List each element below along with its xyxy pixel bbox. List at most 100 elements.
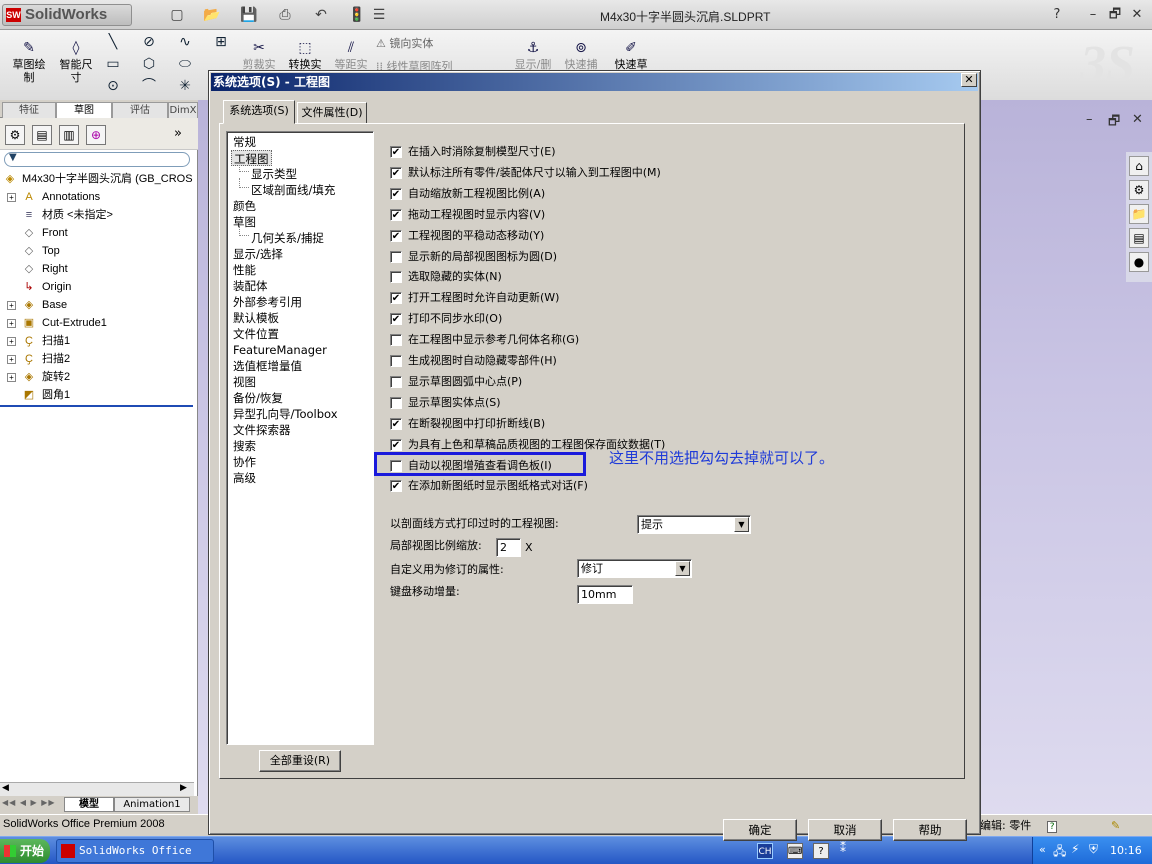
print-icon[interactable]: ⎙: [276, 6, 294, 24]
tab-system-options[interactable]: 系统选项(S): [223, 100, 295, 124]
tab-dimxpert[interactable]: DimX: [168, 102, 198, 118]
property-manager-icon[interactable]: ▤: [32, 125, 52, 145]
tab-features[interactable]: 特征: [2, 102, 56, 118]
options-icon[interactable]: ☰: [370, 6, 388, 24]
category-item[interactable]: 外部参考引用: [233, 294, 302, 310]
rebuild-icon[interactable]: 🚦: [348, 6, 366, 24]
expand-icon[interactable]: +: [7, 337, 16, 346]
rectangle-icon[interactable]: ▭: [104, 56, 122, 72]
undo-icon[interactable]: ↶: [312, 6, 330, 24]
tree-item[interactable]: + ▣ Cut-Extrude1: [0, 314, 198, 332]
checkbox-unchecked[interactable]: [390, 250, 402, 263]
category-item[interactable]: 区域剖面线/填充: [251, 182, 335, 198]
tree-item[interactable]: ◇ Front: [0, 224, 198, 242]
checkbox-unchecked[interactable]: [390, 355, 402, 367]
checkbox-checked[interactable]: ✔: [390, 292, 402, 305]
tab-evaluate[interactable]: 评估: [112, 102, 168, 118]
viewport-close-icon[interactable]: ✕: [1132, 112, 1143, 127]
tree-item[interactable]: ≡ 材质 <未指定>: [0, 206, 198, 224]
scroll-right-icon[interactable]: ▶: [180, 783, 187, 793]
checkbox-checked[interactable]: ✔: [390, 208, 402, 221]
tray-expand-icon[interactable]: «: [1039, 843, 1046, 856]
print-crosshatch-select[interactable]: 提示 ▼: [637, 515, 751, 534]
checkbox-unchecked[interactable]: [390, 396, 402, 409]
quick-snap-tool[interactable]: ⊚ 快速捕: [558, 40, 604, 71]
file-explorer-icon[interactable]: 📁: [1129, 204, 1149, 224]
category-item[interactable]: 高级: [233, 470, 256, 486]
open-file-icon[interactable]: 📂: [203, 6, 221, 24]
display-delete-tool[interactable]: ⚓ 显示/删: [510, 40, 556, 71]
pencil-status-icon[interactable]: ✎: [1111, 819, 1120, 832]
expand-icon[interactable]: +: [7, 319, 16, 328]
safely-remove-icon[interactable]: ⚡: [1071, 842, 1079, 856]
help-dialog-button[interactable]: 帮助: [893, 819, 967, 841]
expand-pane-icon[interactable]: »: [174, 126, 182, 141]
rapid-sketch-tool[interactable]: ✐ 快速草: [608, 40, 654, 71]
checkbox-checked[interactable]: ✔: [390, 187, 402, 200]
tree-item[interactable]: ↳ Origin: [0, 278, 198, 296]
category-item[interactable]: 备份/恢复: [233, 390, 283, 406]
ime-indicator[interactable]: CH: [757, 843, 773, 859]
minimize-button[interactable]: –: [1084, 7, 1102, 23]
dialog-close-button[interactable]: ✕: [961, 73, 977, 87]
horizontal-scrollbar[interactable]: ◀ ▶: [0, 782, 194, 796]
feature-manager-icon[interactable]: ⚙: [5, 125, 25, 145]
tree-root[interactable]: ◈ M4x30十字半圆头沉肩 (GB_CROS: [0, 170, 198, 188]
arc-icon[interactable]: ⌒: [140, 78, 158, 94]
category-item[interactable]: 异型孔向导/Toolbox: [233, 406, 338, 422]
category-item[interactable]: 搜索: [233, 438, 256, 454]
keyboard-icon[interactable]: ⌨: [787, 843, 803, 859]
checkbox-checked[interactable]: ✔: [390, 229, 402, 242]
category-item[interactable]: 选值框增量值: [233, 358, 302, 374]
solidworks-logo[interactable]: SW SolidWorks: [2, 4, 132, 26]
category-item[interactable]: 工程图: [231, 150, 272, 166]
help-status-icon[interactable]: ?: [1046, 821, 1058, 833]
close-app-button[interactable]: ✕: [1128, 7, 1146, 23]
grid-icon[interactable]: ⊞: [212, 34, 230, 50]
tree-item[interactable]: + Ҫ 扫描1: [0, 332, 198, 350]
ok-button[interactable]: 确定: [723, 819, 797, 841]
tree-item[interactable]: ◇ Right: [0, 260, 198, 278]
trim-tool[interactable]: ✂ 剪裁实: [236, 40, 282, 71]
tab-nav-arrows-icon[interactable]: ◀◀ ◀ ▶ ▶▶: [2, 798, 56, 807]
ime-help-icon[interactable]: ?: [813, 843, 829, 859]
ellipse-icon[interactable]: ⬭: [176, 56, 194, 72]
configuration-manager-icon[interactable]: ▥: [59, 125, 79, 145]
expand-icon[interactable]: +: [7, 355, 16, 364]
category-item[interactable]: 协作: [233, 454, 256, 470]
category-item[interactable]: 文件探索器: [233, 422, 291, 438]
category-item[interactable]: 视图: [233, 374, 256, 390]
tree-item[interactable]: + A Annotations: [0, 188, 198, 206]
cancel-button[interactable]: 取消: [808, 819, 882, 841]
help-button[interactable]: ?: [1048, 7, 1066, 23]
category-item[interactable]: 文件位置: [233, 326, 279, 342]
taskbar-item-solidworks[interactable]: SolidWorks Office P...: [56, 839, 214, 863]
category-item[interactable]: 性能: [233, 262, 256, 278]
circle-icon[interactable]: ⊘: [140, 34, 158, 50]
detail-scale-input[interactable]: 2: [496, 538, 521, 557]
checkbox-checked[interactable]: ✔: [390, 438, 402, 451]
revision-property-select[interactable]: 修订 ▼: [577, 559, 692, 578]
centerpoint-icon[interactable]: ⊙: [104, 78, 122, 94]
start-button[interactable]: 开始: [0, 839, 50, 863]
polygon-icon[interactable]: ⬡: [140, 56, 158, 72]
category-item[interactable]: 颜色: [233, 198, 256, 214]
save-icon[interactable]: 💾: [240, 6, 258, 24]
tree-item[interactable]: ◇ Top: [0, 242, 198, 260]
convert-entities-tool[interactable]: ⬚ 转换实: [282, 40, 328, 71]
home-icon[interactable]: ⌂: [1129, 156, 1149, 176]
dropdown-arrow-icon[interactable]: ▼: [675, 561, 690, 576]
tab-sketch[interactable]: 草图: [56, 102, 112, 118]
design-library-icon[interactable]: ⚙: [1129, 180, 1149, 200]
tab-document-properties[interactable]: 文件属性(D): [297, 102, 367, 124]
network-icon[interactable]: 🖧: [1053, 842, 1066, 863]
tree-item[interactable]: + ◈ 旋转2: [0, 368, 198, 386]
category-item[interactable]: 显示类型: [251, 166, 297, 182]
filter-input[interactable]: ▼: [4, 152, 190, 167]
mirror-entities-tool[interactable]: ⚠ 镜向实体: [376, 35, 433, 51]
expand-icon[interactable]: +: [7, 373, 16, 382]
keyboard-increment-input[interactable]: 10mm: [577, 585, 633, 604]
ime-menu-icon[interactable]: ⁑: [840, 841, 846, 855]
view-palette-icon[interactable]: ▤: [1129, 228, 1149, 248]
point-icon[interactable]: ✳: [176, 78, 194, 94]
